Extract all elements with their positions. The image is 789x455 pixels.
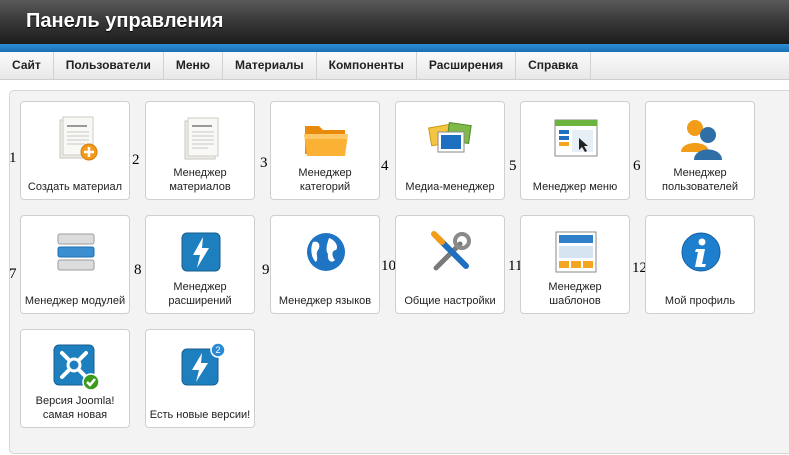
tile-joomla-version[interactable]: Версия Joomla! самая новая [20,329,130,428]
header-accent-bar [0,44,789,52]
tile-number: 6 [633,158,641,174]
tile-number: 5 [509,158,517,174]
menu-users[interactable]: Пользователи [54,52,164,80]
tile-label: Менеджер пользователей [662,167,738,193]
menu-content[interactable]: Материалы [223,52,317,80]
update-count-badge: 2 [215,345,220,355]
tile-number: 8 [134,262,142,278]
article-manager-icon [184,117,219,160]
tile-number: 3 [260,155,268,171]
lightning-icon [181,232,221,272]
update-available-icon: 2 [181,342,226,386]
tile-menu-manager[interactable]: Менеджер меню [520,101,630,200]
menu-menus[interactable]: Меню [164,52,224,80]
globe-icon [307,233,345,271]
tile-label: Менеджер расширений [168,281,232,307]
tile-label: Версия Joomla! самая новая [35,395,115,421]
tile-my-profile[interactable]: Мой профиль [645,215,755,314]
template-icon [555,231,597,273]
tile-module-manager[interactable]: Менеджер модулей [20,215,130,314]
modules-icon [57,233,95,271]
tools-icon [431,231,471,271]
tile-add-article[interactable]: Создать материал [20,101,130,200]
media-icon [428,121,472,153]
tile-extension-manager[interactable]: Менеджер расширений [145,215,255,314]
joomla-check-icon [53,344,100,391]
folder-icon [304,126,348,156]
tile-label: Мой профиль [664,295,736,307]
tile-label: Менеджер шаблонов [548,281,602,307]
tile-label: Менеджер языков [278,295,372,307]
header-bar: Панель управления [0,0,789,44]
tile-label: Менеджер категорий [298,167,352,193]
tile-number: 9 [262,262,270,278]
tile-label: Создать материал [27,181,123,193]
tile-label: Менеджер меню [532,181,618,193]
tile-number: 7 [9,266,17,282]
tile-category-manager[interactable]: Менеджер категорий [270,101,380,200]
tile-number: 4 [381,158,389,174]
tile-label: Общие настройки [404,295,496,307]
tile-number: 1 [9,150,17,166]
tile-label: Есть новые версии! [149,409,251,421]
tile-label: Медиа-менеджер [405,181,495,193]
tile-label: Менеджер модулей [24,295,126,307]
tile-number: 10 [381,258,396,274]
tile-media-manager[interactable]: Медиа-менеджер [395,101,505,200]
main-menu: Сайт Пользователи Меню Материалы Компоне… [0,52,789,80]
tile-article-manager[interactable]: Менеджер материалов [145,101,255,200]
tile-number: 2 [132,152,140,168]
menu-site[interactable]: Сайт [0,52,54,80]
tile-language-manager[interactable]: Менеджер языков [270,215,380,314]
menu-components[interactable]: Компоненты [317,52,417,80]
users-icon [681,120,722,160]
menu-window-icon [554,119,598,157]
menu-extensions[interactable]: Расширения [417,52,517,80]
tile-update-available[interactable]: 2 Есть новые версии! [145,329,255,428]
page-title: Панель управления [26,10,224,32]
info-icon [681,232,721,272]
tile-template-manager[interactable]: Менеджер шаблонов [520,215,630,314]
add-article-icon [59,116,98,161]
tile-label: Менеджер материалов [169,167,231,193]
menu-help[interactable]: Справка [516,52,592,80]
tile-global-configuration[interactable]: Общие настройки [395,215,505,314]
tile-user-manager[interactable]: Менеджер пользователей [645,101,755,200]
